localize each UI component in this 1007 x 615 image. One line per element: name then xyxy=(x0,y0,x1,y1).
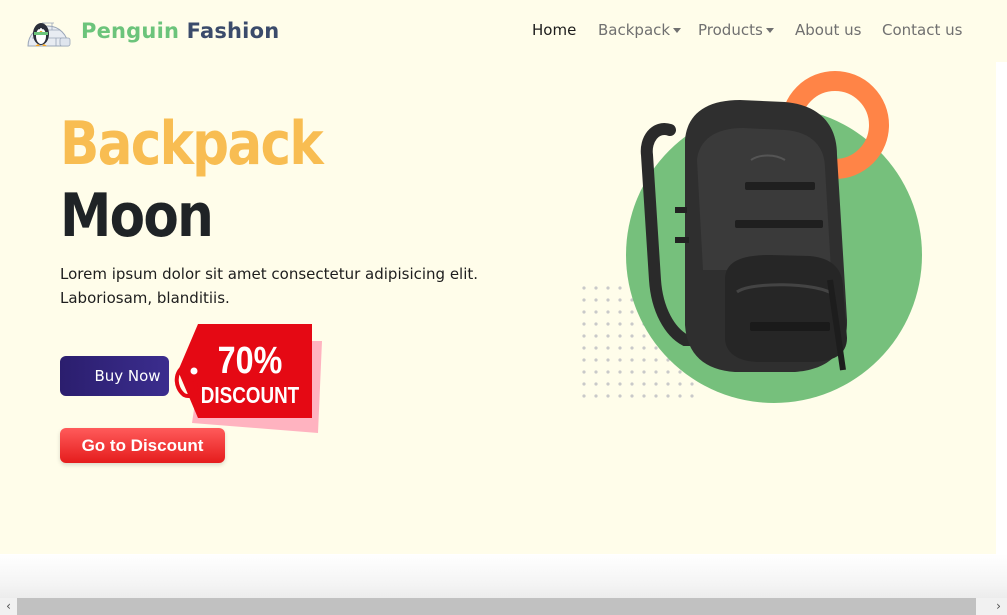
section-divider-shadow xyxy=(0,554,1007,598)
discount-tag-percent: 70% xyxy=(218,340,283,382)
horizontal-scrollbar[interactable]: ‹ › xyxy=(0,598,1007,615)
chevron-right-icon[interactable]: › xyxy=(990,598,1007,615)
discount-tag-word: DISCOUNT xyxy=(201,383,300,408)
discount-tag-badge: 70% DISCOUNT xyxy=(174,324,322,433)
nav-item-products-label: Products xyxy=(698,21,763,39)
hero-title-line-2: Moon xyxy=(60,181,214,251)
nav-item-home[interactable]: Home xyxy=(532,21,576,39)
scrollbar-thumb[interactable] xyxy=(17,598,976,615)
hero-description: Lorem ipsum dolor sit amet consectetur a… xyxy=(60,265,479,307)
buy-now-button[interactable]: Buy Now xyxy=(60,356,169,396)
nav-item-backpack[interactable]: Backpack xyxy=(598,21,682,39)
navbar: Penguin Fashion Home Backpack Products A… xyxy=(0,0,1007,62)
chevron-left-icon[interactable]: ‹ xyxy=(0,598,17,615)
nav-item-products[interactable]: Products xyxy=(698,21,774,39)
hero-product-art xyxy=(582,71,922,403)
page-right-edge xyxy=(996,62,1007,598)
caret-down-icon xyxy=(673,28,682,33)
go-to-discount-button[interactable]: Go to Discount xyxy=(60,428,225,463)
caret-down-icon xyxy=(765,28,774,33)
main-nav: Home Backpack Products About us Contact … xyxy=(0,21,1007,45)
nav-item-contact[interactable]: Contact us xyxy=(882,21,962,39)
hero-title-line-1: Backpack xyxy=(60,109,324,179)
nav-item-about[interactable]: About us xyxy=(795,21,861,39)
nav-item-backpack-label: Backpack xyxy=(598,21,671,39)
